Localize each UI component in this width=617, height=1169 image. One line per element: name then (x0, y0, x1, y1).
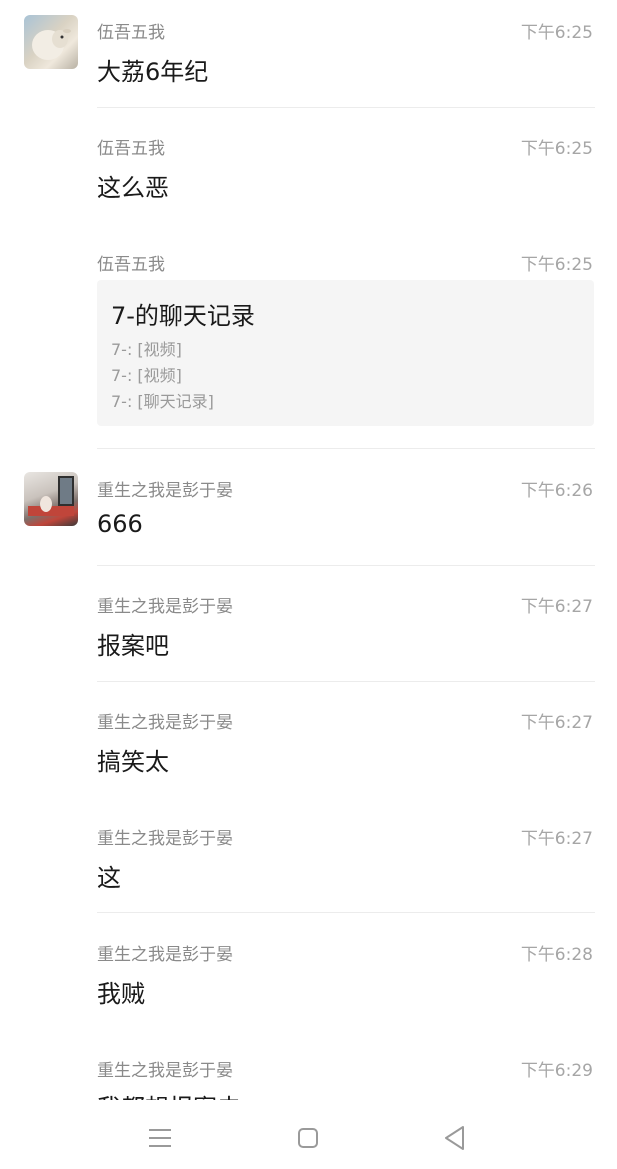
chat-message[interactable]: 重生之我是彭于晏 下午6:27 这 (0, 806, 617, 914)
message-text[interactable]: 报案吧 (97, 626, 169, 661)
system-navigation-bar (0, 1100, 617, 1169)
message-divider (97, 107, 595, 108)
sender-name: 重生之我是彭于晏 (97, 713, 233, 733)
chat-record-line: 7-: [视频] (111, 366, 182, 385)
sender-name: 重生之我是彭于晏 (97, 481, 233, 501)
sender-name: 重生之我是彭于晏 (97, 597, 233, 617)
home-button[interactable] (288, 1120, 328, 1156)
sender-name: 重生之我是彭于晏 (97, 945, 233, 965)
message-time: 下午6:25 (520, 255, 593, 275)
message-divider (97, 912, 595, 913)
message-time: 下午6:25 (520, 139, 593, 159)
home-square-icon (298, 1128, 318, 1148)
chat-message[interactable]: 重生之我是彭于晏 下午6:28 我贼 (0, 922, 617, 1030)
message-divider (97, 681, 595, 682)
chat-record-line: 7-: [聊天记录] (111, 392, 214, 411)
message-time: 下午6:27 (520, 713, 593, 733)
chat-message[interactable]: 重生之我是彭于晏 下午6:29 我都想报案去 (0, 1038, 617, 1100)
message-time: 下午6:27 (520, 829, 593, 849)
chat-message[interactable]: 伍吾五我 下午6:25 这么恶 (0, 116, 617, 224)
chat-record-card[interactable]: 7-的聊天记录 7-: [视频] 7-: [视频] 7-: [聊天记录] (97, 280, 594, 426)
message-text[interactable]: 这 (97, 858, 121, 893)
message-time: 下午6:25 (520, 23, 593, 43)
chat-message[interactable]: 伍吾五我 下午6:25 大荔6年纪 (0, 0, 617, 108)
message-time: 下午6:29 (520, 1061, 593, 1081)
message-text[interactable]: 我都想报案去 (97, 1088, 241, 1100)
chat-message[interactable]: 重生之我是彭于晏 下午6:26 666 (0, 458, 617, 566)
sender-name: 伍吾五我 (97, 139, 165, 159)
chat-message-list[interactable]: 伍吾五我 下午6:25 大荔6年纪 伍吾五我 下午6:25 这么恶 伍吾五我 下… (0, 0, 617, 1100)
message-time: 下午6:26 (520, 481, 593, 501)
sender-avatar[interactable] (24, 15, 78, 69)
message-text[interactable]: 大荔6年纪 (97, 52, 208, 87)
message-text[interactable]: 我贼 (97, 974, 145, 1009)
message-text[interactable]: 666 (97, 510, 143, 538)
message-divider (97, 565, 595, 566)
chat-message[interactable]: 重生之我是彭于晏 下午6:27 搞笑太 (0, 690, 617, 798)
back-button[interactable] (435, 1120, 475, 1156)
sender-name: 伍吾五我 (97, 255, 165, 275)
menu-button[interactable] (140, 1120, 180, 1156)
chat-message[interactable]: 重生之我是彭于晏 下午6:27 报案吧 (0, 574, 617, 682)
sender-avatar[interactable] (24, 472, 78, 526)
room-avatar-icon (28, 476, 74, 516)
sender-name: 重生之我是彭于晏 (97, 829, 233, 849)
chat-message[interactable]: 伍吾五我 下午6:25 7-的聊天记录 7-: [视频] 7-: [视频] 7-… (0, 232, 617, 450)
chat-record-line: 7-: [视频] (111, 340, 182, 359)
message-time: 下午6:28 (520, 945, 593, 965)
message-divider (97, 448, 595, 449)
menu-icon (149, 1129, 171, 1147)
chat-record-title: 7-的聊天记录 (111, 302, 255, 330)
sheep-avatar-icon (32, 29, 71, 60)
message-text[interactable]: 搞笑太 (97, 742, 169, 777)
message-text[interactable]: 这么恶 (97, 168, 169, 203)
message-time: 下午6:27 (520, 597, 593, 617)
back-triangle-icon (445, 1126, 464, 1150)
sender-name: 重生之我是彭于晏 (97, 1061, 233, 1081)
sender-name: 伍吾五我 (97, 23, 165, 43)
